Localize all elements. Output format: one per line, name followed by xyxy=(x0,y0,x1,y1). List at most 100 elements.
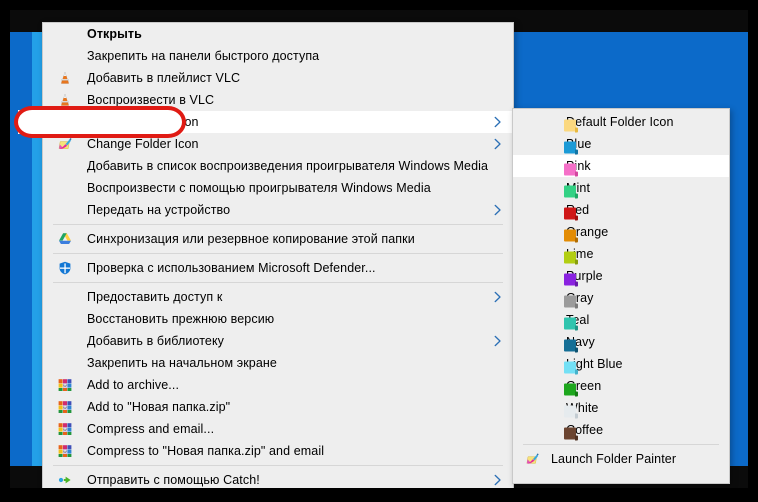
menu-item[interactable]: W Add to archive... xyxy=(43,374,513,396)
winrar-icon: W xyxy=(58,379,72,391)
menu-item[interactable]: W Compress to "Новая папка.zip" and email xyxy=(43,440,513,462)
svg-text:W: W xyxy=(63,384,67,388)
folder-color-item[interactable]: Light Blue xyxy=(513,353,729,375)
menu-item[interactable]: Восстановить прежнюю версию xyxy=(43,308,513,330)
submenu-arrow-icon xyxy=(494,335,501,347)
folder-color-item[interactable]: Green xyxy=(513,375,729,397)
svg-text:W: W xyxy=(63,450,67,454)
menu-item-label: Воспроизвести в VLC xyxy=(87,93,215,107)
screenshot-root: Открыть Закрепить на панели быстрого дост… xyxy=(0,0,758,502)
menu-item[interactable]: Воспроизвести с помощью проигрывателя Wi… xyxy=(43,177,513,199)
folder-color-item[interactable]: Gray xyxy=(513,287,729,309)
context-menu[interactable]: Открыть Закрепить на панели быстрого дост… xyxy=(42,22,514,488)
folder-color-item[interactable]: Teal xyxy=(513,309,729,331)
winrar-icon: W xyxy=(58,445,72,457)
menu-item-label: Воспроизвести с помощью проигрывателя Wi… xyxy=(87,181,431,195)
menu-item[interactable]: Проверка с использованием Microsoft Defe… xyxy=(43,257,513,279)
menu-item[interactable]: Синхронизация или резервное копирование … xyxy=(43,228,513,250)
menu-item-label: Закрепить на панели быстрого доступа xyxy=(87,49,320,63)
folder-icon xyxy=(563,206,578,221)
folder-icon xyxy=(563,228,578,243)
folder-color-item[interactable]: Mint xyxy=(513,177,729,199)
menu-item[interactable]: Добавить в библиотеку xyxy=(43,330,513,352)
folder-color-item[interactable]: Pink xyxy=(513,155,729,177)
menu-item[interactable]: Предоставить доступ к xyxy=(43,286,513,308)
winrar-icon: W xyxy=(58,423,72,435)
folder-color-item[interactable]: Navy xyxy=(513,331,729,353)
menu-item-label: Закрепить на начальном экране xyxy=(87,356,277,370)
menu-item-label: Предоставить доступ к xyxy=(87,290,223,304)
submenu-separator xyxy=(523,444,719,445)
google-drive-icon xyxy=(59,233,71,244)
menu-item-label: Отправить с помощью Catch! xyxy=(87,473,260,487)
menu-item-label: Add to "Новая папка.zip" xyxy=(87,400,231,414)
folder-icon xyxy=(563,338,578,353)
menu-item[interactable]: W Add to "Новая папка.zip" xyxy=(43,396,513,418)
folder-icon xyxy=(563,184,578,199)
folder-color-item[interactable]: Default Folder Icon xyxy=(513,111,729,133)
menu-item[interactable]: Отправить с помощью Catch! xyxy=(43,469,513,488)
folder-icon xyxy=(563,316,578,331)
folder-icon xyxy=(563,360,578,375)
menu-item[interactable]: Передать на устройство xyxy=(43,199,513,221)
menu-item-label: Добавить в библиотеку xyxy=(87,334,225,348)
folder-icon xyxy=(563,404,578,419)
windows-defender-shield-icon xyxy=(59,261,71,275)
folder-painter-icon xyxy=(58,138,72,149)
folder-painter-icon xyxy=(526,453,539,464)
svg-text:W: W xyxy=(63,428,67,432)
launch-folder-painter-label: Launch Folder Painter xyxy=(551,452,677,466)
menu-item[interactable]: Открыть xyxy=(43,23,513,45)
folder-color-item[interactable]: White xyxy=(513,397,729,419)
menu-separator xyxy=(53,465,503,466)
vlc-cone-icon xyxy=(61,93,69,106)
menu-item[interactable]: Добавить в список воспроизведения проигр… xyxy=(43,155,513,177)
submenu-arrow-icon xyxy=(494,138,501,150)
menu-item[interactable]: Добавить в плейлист VLC xyxy=(43,67,513,89)
menu-item-label: Синхронизация или резервное копирование … xyxy=(87,232,415,246)
winrar-icon: W xyxy=(58,401,72,413)
menu-item-label: Передать на устройство xyxy=(87,203,231,217)
folder-color-item[interactable]: Purple xyxy=(513,265,729,287)
folder-color-item[interactable]: Red xyxy=(513,199,729,221)
desktop: Открыть Закрепить на панели быстрого дост… xyxy=(10,10,748,488)
launch-folder-painter-item[interactable]: Launch Folder Painter xyxy=(513,448,729,470)
folder-icon xyxy=(563,118,578,133)
folder-color-label: Default Folder Icon xyxy=(566,115,674,129)
folder-icon-submenu[interactable]: Default Folder Icon Blue Pink Mint Red Orange… xyxy=(512,108,730,484)
submenu-arrow-icon xyxy=(494,474,501,486)
menu-item-label: Проверка с использованием Microsoft Defe… xyxy=(87,261,376,275)
folder-color-item[interactable]: Coffee xyxy=(513,419,729,441)
folder-color-item[interactable]: Blue xyxy=(513,133,729,155)
menu-separator xyxy=(53,282,503,283)
menu-separator xyxy=(53,253,503,254)
menu-item-label: Добавить в плейлист VLC xyxy=(87,71,241,85)
folder-icon xyxy=(563,426,578,441)
annotation-backing xyxy=(18,110,182,134)
menu-item[interactable]: Закрепить на начальном экране xyxy=(43,352,513,374)
catch-arrows-icon xyxy=(58,476,71,484)
folder-icon xyxy=(563,294,578,309)
submenu-arrow-icon xyxy=(494,116,501,128)
folder-color-item[interactable]: Orange xyxy=(513,221,729,243)
svg-text:W: W xyxy=(63,406,67,410)
menu-separator xyxy=(53,224,503,225)
menu-item[interactable]: Закрепить на панели быстрого доступа xyxy=(43,45,513,67)
folder-icon xyxy=(563,272,578,287)
menu-item-label: Add to archive... xyxy=(87,378,180,392)
menu-item-label: Change Folder Icon xyxy=(87,137,199,151)
folder-icon xyxy=(563,140,578,155)
menu-item[interactable]: Воспроизвести в VLC xyxy=(43,89,513,111)
explorer-accent-strip xyxy=(32,32,42,466)
menu-item-label: Восстановить прежнюю версию xyxy=(87,312,275,326)
vlc-cone-icon xyxy=(61,71,69,84)
menu-item-label: Compress and email... xyxy=(87,422,215,436)
folder-color-item[interactable]: Lime xyxy=(513,243,729,265)
menu-item-label: Compress to "Новая папка.zip" and email xyxy=(87,444,325,458)
folder-icon xyxy=(563,162,578,177)
submenu-arrow-icon xyxy=(494,291,501,303)
menu-item[interactable]: W Compress and email... xyxy=(43,418,513,440)
menu-item[interactable]: Change Folder Icon xyxy=(43,133,513,155)
menu-item-label: Открыть xyxy=(87,27,142,41)
submenu-arrow-icon xyxy=(494,204,501,216)
